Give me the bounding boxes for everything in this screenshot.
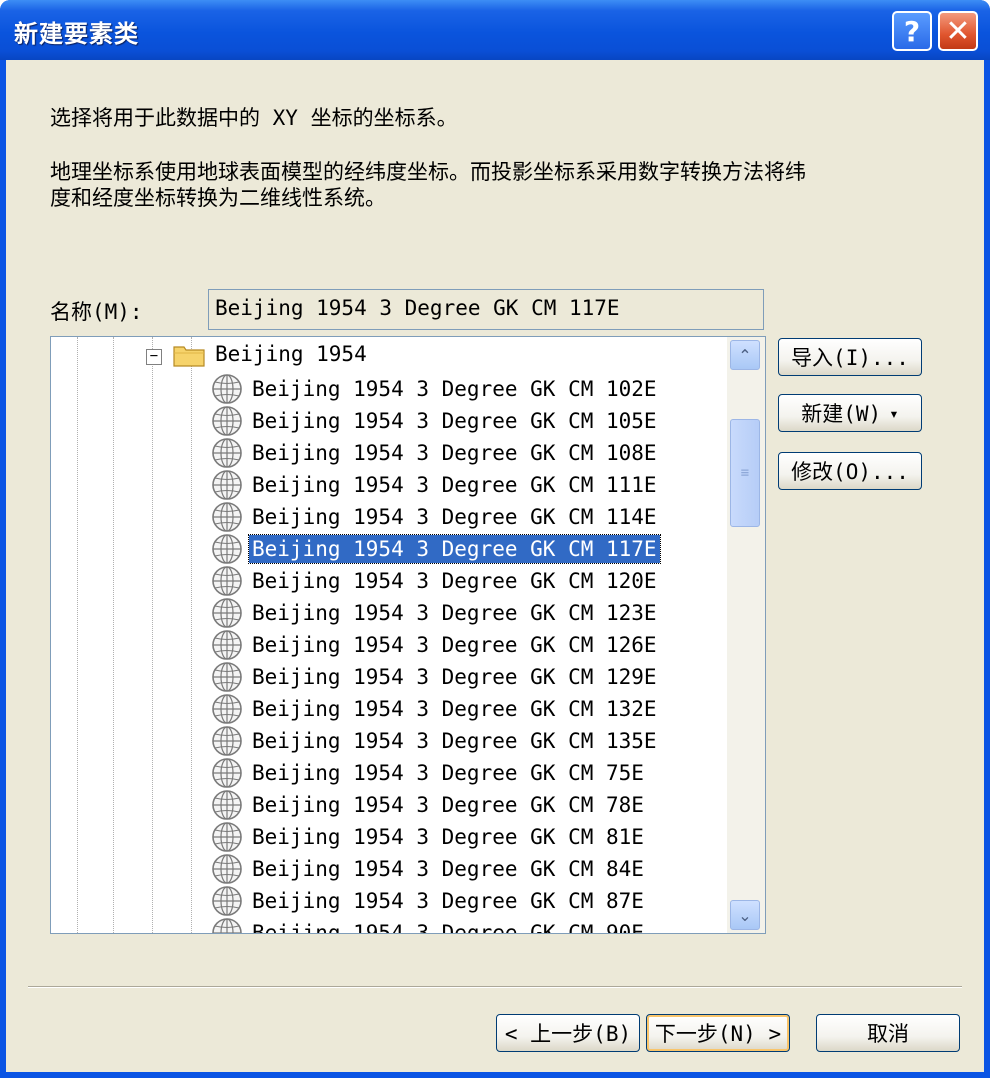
tree-item[interactable]: Beijing 1954 3 Degree GK CM 126E	[211, 629, 657, 661]
tree-item-label: Beijing 1954 3 Degree GK CM 120E	[252, 569, 657, 593]
tree-item[interactable]: Beijing 1954 3 Degree GK CM 102E	[211, 373, 657, 405]
new-button[interactable]: 新建(W) ▾	[778, 394, 922, 432]
tree-item[interactable]: Beijing 1954 3 Degree GK CM 78E	[211, 789, 651, 821]
globe-icon	[212, 694, 242, 724]
tree-item[interactable]: Beijing 1954 3 Degree GK CM 129E	[211, 661, 657, 693]
tree-item[interactable]: Beijing 1954 3 Degree GK CM 87E	[211, 885, 651, 917]
tree-guide-line	[152, 337, 153, 933]
tree-item[interactable]: Beijing 1954 3 Degree GK CM 108E	[211, 437, 657, 469]
name-field: Beijing 1954 3 Degree GK CM 117E	[208, 289, 764, 330]
tree-item-label: Beijing 1954 3 Degree GK CM 132E	[252, 697, 657, 721]
globe-icon	[212, 374, 242, 404]
back-button[interactable]: < 上一步(B)	[496, 1014, 640, 1052]
globe-icon	[212, 854, 242, 884]
vertical-scrollbar[interactable]: ⌃ ≡ ⌄	[727, 337, 765, 933]
tree-item[interactable]: Beijing 1954 3 Degree GK CM 117E	[211, 533, 661, 565]
name-label: 名称(M):	[50, 300, 143, 324]
import-button[interactable]: 导入(I)...	[778, 338, 922, 376]
globe-icon	[212, 662, 242, 692]
globe-icon	[212, 566, 242, 596]
tree-item-label: Beijing 1954 3 Degree GK CM 105E	[252, 409, 657, 433]
cancel-button[interactable]: 取消	[816, 1014, 960, 1052]
next-button[interactable]: 下一步(N) >	[646, 1014, 790, 1052]
close-button[interactable]: ✕	[938, 11, 978, 51]
globe-icon	[212, 822, 242, 852]
tree-item-label: Beijing 1954 3 Degree GK CM 111E	[252, 473, 657, 497]
tree-item[interactable]: Beijing 1954 3 Degree GK CM 81E	[211, 821, 651, 853]
tree-item-label: Beijing 1954 3 Degree GK CM 75E	[252, 761, 644, 785]
tree-item-label: Beijing 1954 3 Degree GK CM 84E	[252, 857, 644, 881]
tree-item-label: Beijing 1954 3 Degree GK CM 135E	[252, 729, 657, 753]
modify-button[interactable]: 修改(O)...	[778, 452, 922, 490]
tree-item-label: Beijing 1954 3 Degree GK CM 117E	[248, 534, 661, 564]
window-title: 新建要素类	[14, 20, 139, 48]
tree-item-label: Beijing 1954 3 Degree GK CM 114E	[252, 505, 657, 529]
tree-item[interactable]: Beijing 1954 3 Degree GK CM 114E	[211, 501, 657, 533]
globe-icon	[212, 918, 242, 933]
tree-item[interactable]: Beijing 1954 3 Degree GK CM 84E	[211, 853, 651, 885]
tree-item[interactable]: Beijing 1954 3 Degree GK CM 75E	[211, 757, 651, 789]
folder-icon	[173, 346, 205, 367]
tree-guide-line	[113, 337, 114, 933]
globe-icon	[212, 438, 242, 468]
tree-item[interactable]: Beijing 1954 3 Degree GK CM 90E	[211, 917, 651, 934]
tree-item[interactable]: Beijing 1954 3 Degree GK CM 123E	[211, 597, 657, 629]
tree-item-label: Beijing 1954 3 Degree GK CM 90E	[252, 921, 644, 934]
scroll-down-button[interactable]: ⌄	[730, 900, 760, 930]
globe-icon	[212, 726, 242, 756]
globe-icon	[212, 598, 242, 628]
globe-icon	[212, 502, 242, 532]
globe-icon	[212, 790, 242, 820]
tree-item-label: Beijing 1954 3 Degree GK CM 123E	[252, 601, 657, 625]
description-line-2: 度和经度坐标转换为二维线性系统。	[50, 186, 386, 210]
tree-item-label: Beijing 1954 3 Degree GK CM 78E	[252, 793, 644, 817]
globe-icon	[212, 630, 242, 660]
scroll-up-button[interactable]: ⌃	[730, 340, 760, 370]
scroll-thumb[interactable]: ≡	[730, 419, 760, 527]
collapse-toggle[interactable]: −	[146, 349, 162, 365]
tree-item[interactable]: Beijing 1954 3 Degree GK CM 135E	[211, 725, 657, 757]
dialog-window: 新建要素类 ? ✕ 选择将用于此数据中的 XY 坐标的坐标系。 地理坐标系使用地…	[0, 0, 990, 1078]
dialog-body: 选择将用于此数据中的 XY 坐标的坐标系。 地理坐标系使用地球表面模型的经纬度坐…	[6, 60, 984, 1072]
tree-item-label: Beijing 1954 3 Degree GK CM 126E	[252, 633, 657, 657]
tree-item[interactable]: Beijing 1954 3 Degree GK CM 132E	[211, 693, 657, 725]
tree-guide-line	[191, 337, 192, 933]
globe-icon	[212, 758, 242, 788]
tree-item-label: Beijing 1954 3 Degree GK CM 102E	[252, 377, 657, 401]
tree-item-label: Beijing 1954 3 Degree GK CM 87E	[252, 889, 644, 913]
globe-icon	[212, 406, 242, 436]
tree-item-label: Beijing 1954 3 Degree GK CM 129E	[252, 665, 657, 689]
globe-icon	[212, 470, 242, 500]
tree-guide-line	[77, 337, 78, 933]
tree-item-label: Beijing 1954 3 Degree GK CM 81E	[252, 825, 644, 849]
intro-text: 选择将用于此数据中的 XY 坐标的坐标系。	[50, 106, 458, 130]
tree-item[interactable]: Beijing 1954 3 Degree GK CM 120E	[211, 565, 657, 597]
dropdown-arrow-icon: ▾	[889, 403, 899, 423]
tree-item-label: Beijing 1954 3 Degree GK CM 108E	[252, 441, 657, 465]
tree-item[interactable]: Beijing 1954 3 Degree GK CM 111E	[211, 469, 657, 501]
globe-icon	[212, 534, 242, 564]
title-bar[interactable]: 新建要素类 ? ✕	[0, 0, 990, 60]
globe-icon	[212, 886, 242, 916]
tree-folder-label[interactable]: Beijing 1954	[215, 342, 367, 366]
tree-item[interactable]: Beijing 1954 3 Degree GK CM 105E	[211, 405, 657, 437]
footer-separator	[28, 986, 962, 988]
coordinate-system-tree[interactable]: − Beijing 1954 Beijing 1954 3 Degree GK …	[50, 336, 766, 934]
new-button-label: 新建(W)	[801, 402, 882, 426]
help-button[interactable]: ?	[892, 11, 932, 51]
